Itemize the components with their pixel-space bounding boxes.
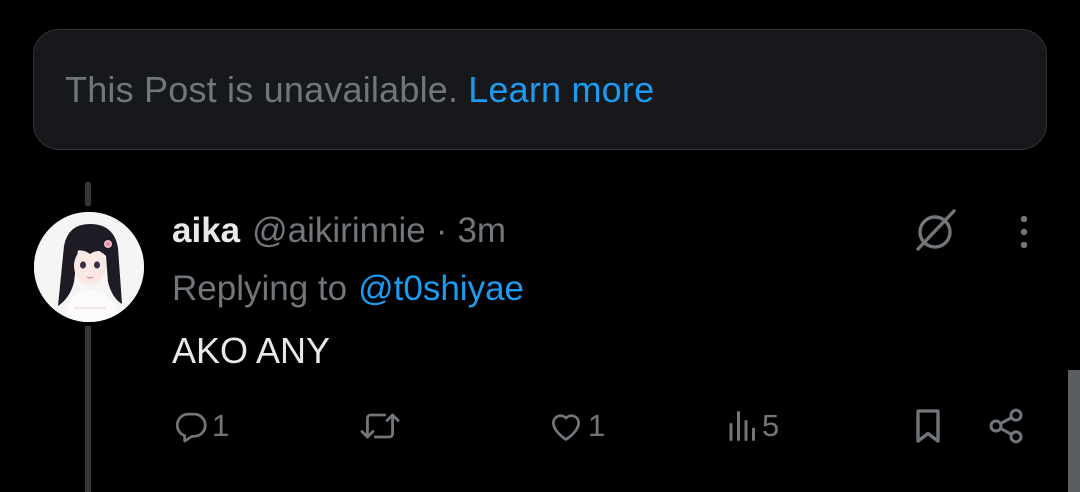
repost-button[interactable]: [358, 404, 404, 448]
bookmark-button[interactable]: [910, 404, 946, 448]
unavailable-text: This Post is unavailable.: [65, 68, 459, 110]
learn-more-link[interactable]: Learn more: [468, 69, 654, 111]
thread-line-top: [85, 182, 91, 206]
post-thread: This Post is unavailable. Learn more aik…: [0, 0, 1080, 492]
like-button[interactable]: 1: [546, 404, 605, 448]
views-count: 5: [762, 408, 780, 443]
reply-header: aika @aikirinnie · 3m: [172, 208, 506, 254]
reply-button[interactable]: 1: [172, 404, 229, 448]
like-icon: [551, 414, 581, 441]
replying-label: Replying to: [172, 269, 348, 308]
author-handle[interactable]: @aikirinnie: [252, 211, 426, 251]
views-icon: [729, 411, 755, 441]
reply-icon: [175, 412, 207, 443]
views-button[interactable]: 5: [726, 404, 779, 448]
avatar[interactable]: [34, 212, 144, 322]
repost-icon: [360, 413, 400, 439]
scrollbar[interactable]: [1068, 370, 1080, 492]
author-name[interactable]: aika: [172, 211, 240, 251]
more-vertical-icon[interactable]: [1012, 210, 1036, 259]
post-time[interactable]: 3m: [457, 211, 506, 251]
bookmark-icon: [916, 409, 940, 443]
reply-count: 1: [212, 408, 230, 443]
thread-line-bottom: [85, 326, 91, 492]
replying-to-line: Replying to @t0shiyae: [172, 266, 524, 312]
header-separator: ·: [435, 211, 448, 250]
unavailable-post-notice: This Post is unavailable. Learn more: [33, 29, 1047, 150]
avatar-image: [34, 212, 144, 322]
like-count: 1: [588, 408, 606, 443]
reply-text: AKO ANY: [172, 330, 331, 371]
grok-slash-icon[interactable]: [908, 205, 962, 264]
replying-mention[interactable]: @t0shiyae: [358, 269, 524, 309]
share-button[interactable]: [986, 404, 1026, 448]
share-icon: [989, 408, 1023, 444]
